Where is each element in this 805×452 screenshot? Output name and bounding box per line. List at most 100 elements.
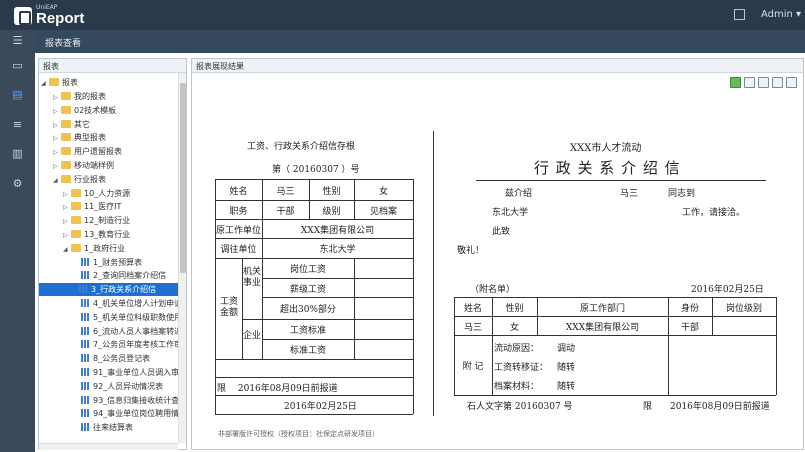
tree-report-item[interactable]: 6_流动人员人事档案转递通 xyxy=(41,325,178,338)
scrollbar-thumb[interactable] xyxy=(180,83,186,273)
stub-gender-label: 性别 xyxy=(322,187,341,197)
tree-report-item[interactable]: 93_信息归集接收统计查询 xyxy=(41,394,178,407)
expand-icon[interactable]: ▷ xyxy=(53,105,61,118)
report-icon xyxy=(81,423,90,432)
tree-report-item[interactable]: 3_行政关系介绍信 xyxy=(39,283,178,297)
tree-folder[interactable]: ▷ 我的报表 xyxy=(41,90,106,103)
report-icon xyxy=(79,285,88,294)
letter-deadline-label: 限 xyxy=(643,402,653,412)
stub-gov-label: 机关事业 xyxy=(243,267,262,288)
tree-report-item[interactable]: 7_公务员年度考核工作审核 xyxy=(41,338,178,351)
tree-folder[interactable]: ▷ 用户遗留报表 xyxy=(41,145,122,158)
collapse-icon[interactable]: ◢ xyxy=(53,174,61,187)
tree-item-label: 其它 xyxy=(74,119,90,129)
menu-icon[interactable]: ☰ xyxy=(11,34,24,47)
tree-folder[interactable]: ▷ 典型报表 xyxy=(41,131,106,144)
tree-report-item[interactable]: 8_公务员登记表 xyxy=(41,352,150,365)
tree-folder[interactable]: ◢ 行业报表 xyxy=(41,173,106,186)
fullscreen-icon[interactable] xyxy=(734,9,745,20)
comrade-text: 同志到 xyxy=(668,189,696,199)
expand-icon[interactable]: ▷ xyxy=(53,119,61,132)
tree-item-label: 3_行政关系介绍信 xyxy=(91,285,157,295)
note-label: 流动原因： xyxy=(494,344,540,354)
bar-chart-icon[interactable]: ▥ xyxy=(11,147,24,160)
closing-2: 敬礼！ xyxy=(457,246,485,256)
sliders-icon[interactable]: ≡ xyxy=(11,118,24,131)
tree-horizontal-scrollbar[interactable] xyxy=(39,443,178,450)
folder-icon xyxy=(61,147,71,156)
tree-vertical-scrollbar[interactable] xyxy=(178,73,186,443)
tree-report-item[interactable]: 91_事业单位人员调入审批 xyxy=(41,366,178,379)
report-icon xyxy=(81,409,90,418)
folder-icon xyxy=(71,243,81,252)
tree-folder[interactable]: ◢ 1_政府行业 xyxy=(41,242,125,255)
tree-folder[interactable]: ▷ 移动端样例 xyxy=(41,159,114,172)
tree-folder[interactable]: ▷ 13_教育行业 xyxy=(41,228,130,241)
expand-icon[interactable]: ▷ xyxy=(53,91,61,104)
collapse-icon[interactable]: ◢ xyxy=(41,77,49,90)
expand-icon[interactable]: ▷ xyxy=(53,132,61,145)
tree-report-item[interactable]: 往来结算表 xyxy=(41,421,133,434)
stub-wage-label: 工资金额 xyxy=(219,297,238,318)
report-icon xyxy=(81,257,90,266)
folder-icon xyxy=(61,161,71,169)
tree-report-item[interactable]: 4_机关单位增人计划申请表 xyxy=(41,297,178,310)
tree-folder[interactable]: ▷ 11_医疗IT xyxy=(41,200,121,213)
expand-icon[interactable]: ▷ xyxy=(53,160,61,173)
tree-item-label: 11_医疗IT xyxy=(84,202,122,212)
expand-icon[interactable]: ▷ xyxy=(63,215,71,228)
brand-name: Report xyxy=(36,10,85,27)
user-menu[interactable]: Admin ▾ xyxy=(761,9,801,20)
report-icon[interactable]: ▤ xyxy=(11,88,24,101)
tree-report-item[interactable]: 92_人员异动情况表 xyxy=(41,380,163,393)
report-view-panel: 报表展现结果 工资、行政关系介绍信存根 第（ 20160307 ）号 姓名 马三… xyxy=(191,58,804,450)
expand-icon[interactable]: ▷ xyxy=(63,188,71,201)
tree-folder[interactable]: ▷ 02技术模板 xyxy=(41,104,116,117)
folder-icon xyxy=(61,119,71,128)
stub-gov-row: 超出30%部分 xyxy=(279,305,336,315)
app-logo[interactable]: UniEAP Report xyxy=(14,5,84,26)
report-icon xyxy=(81,381,90,390)
tree-item-label: 94_事业单位岗位聘用情况 xyxy=(93,409,178,419)
tree-report-item[interactable]: 5_机关单位科级职数使用审 xyxy=(41,311,178,324)
stub-position-label: 职务 xyxy=(229,207,248,217)
collapse-icon[interactable]: ◢ xyxy=(63,243,71,256)
report-icon xyxy=(81,340,90,349)
page-header: 报表查看 xyxy=(35,30,805,53)
th-name: 姓名 xyxy=(463,304,482,314)
report-icon xyxy=(81,395,90,404)
tree-root[interactable]: ◢ 报表 xyxy=(41,76,78,89)
report-icon xyxy=(81,326,90,335)
th-status: 身份 xyxy=(680,304,699,314)
report-icon xyxy=(81,368,90,376)
tree-folder[interactable]: ▷ 12_制造行业 xyxy=(41,214,130,227)
tree-item-label: 1_财务预算表 xyxy=(93,257,143,267)
tree-report-item[interactable]: 2_查询同档案介绍信 xyxy=(41,269,166,282)
report-tree: ◢ 报表 ▷ 我的报表 ▷ 02技术模板 ▷ 其它 ▷ 典型报表 ▷ 用户遗留报表 ▷ 移动端样例 ◢ 行业… xyxy=(39,73,178,443)
stub-orig-unit-label: 原工作单位 xyxy=(215,226,261,236)
work-text: 工作，请接洽。 xyxy=(682,208,746,218)
stub-grade-label: 级别 xyxy=(322,207,341,217)
tree-item-label: 8_公务员登记表 xyxy=(93,354,151,364)
expand-icon[interactable]: ▷ xyxy=(53,146,61,159)
tree-report-item[interactable]: 1_财务预算表 xyxy=(41,256,142,269)
stub-title: 工资、行政关系介绍信存根 xyxy=(247,142,356,152)
tree-folder[interactable]: ▷ 10_人力资源 xyxy=(41,187,130,200)
sidebar: ☰ ▭ ▤ ≡ ▥ ⚙ xyxy=(0,30,35,452)
tree-item-label: 10_人力资源 xyxy=(84,188,131,198)
report-tree-panel: 报表 ◢ 报表 ▷ 我的报表 ▷ 02技术模板 ▷ 其它 ▷ 典型报表 ▷ 用户遗留报表 ▷ 移动端样例… xyxy=(38,58,187,450)
gear-icon[interactable]: ⚙ xyxy=(11,177,24,190)
tree-folder[interactable]: ▷ 其它 xyxy=(41,118,90,131)
tree-item-label: 92_人员异动情况表 xyxy=(93,381,164,391)
monitor-icon[interactable]: ▭ xyxy=(11,59,24,72)
attach-label: （附名单） xyxy=(470,285,516,295)
expand-icon[interactable]: ▷ xyxy=(63,229,71,242)
tree-item-label: 91_事业单位人员调入审批 xyxy=(93,368,178,377)
expand-icon[interactable]: ▷ xyxy=(63,201,71,214)
folder-icon xyxy=(71,216,81,225)
letter-title: 行 政 关 系 介 绍 信 xyxy=(534,159,681,177)
tree-item-label: 我的报表 xyxy=(74,92,106,101)
tree-report-item[interactable]: 94_事业单位岗位聘用情况 xyxy=(41,407,178,420)
tree-item-label: 往来结算表 xyxy=(93,423,133,433)
stub-name: 马三 xyxy=(276,187,295,197)
